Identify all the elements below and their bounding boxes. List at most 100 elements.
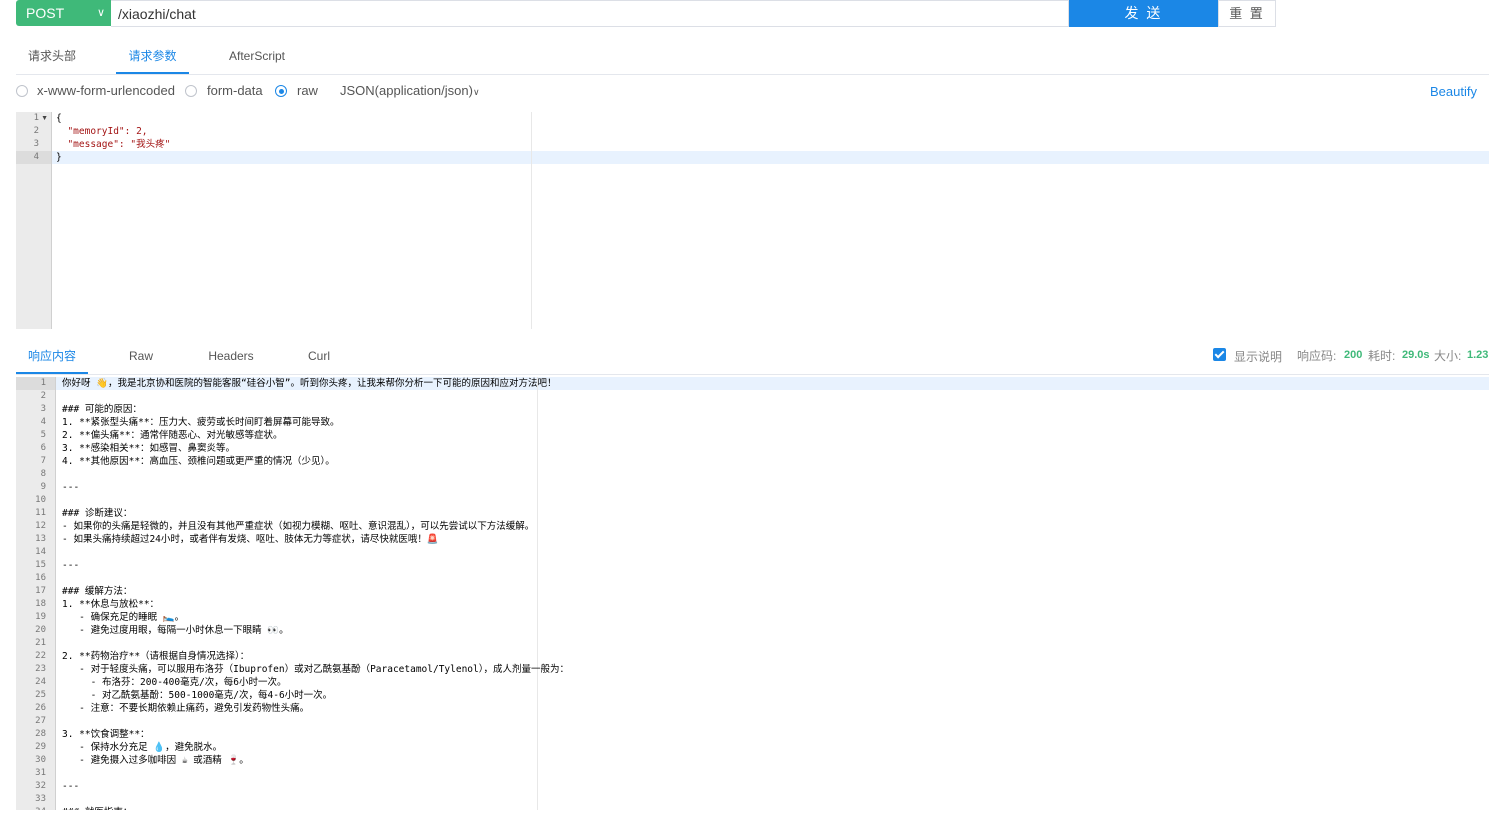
code-line: - 如果头痛持续超过24小时，或者伴有发烧、呕吐、肢体无力等症状，请尽快就医哦！…	[62, 534, 439, 545]
line-number: 1	[33, 113, 39, 123]
response-body-viewer[interactable]: 1 2 3 4 5 6 7 8 9 10 11 12 13 14 15 16 17 18 19 20 21 22 23 24 2…	[16, 377, 1489, 810]
radio-urlencoded-label[interactable]: x-www-form-urlencoded	[37, 83, 175, 99]
line-number: 22	[35, 651, 46, 661]
line-number: 14	[35, 547, 46, 557]
code-line: 3. **饮食调整**：	[62, 729, 150, 740]
request-tabs: 请求头部 请求参数 AfterScript	[16, 40, 1489, 75]
code-line: - 布洛芬：200-400毫克/次，每6小时一次。	[62, 677, 287, 688]
line-number: 32	[35, 781, 46, 791]
line-gutter: 1 ▼ 2 3 4	[16, 112, 52, 329]
line-number: 5	[40, 430, 46, 440]
response-size: 1.23	[1467, 349, 1489, 361]
tab-request-headers[interactable]: 请求头部	[16, 40, 88, 73]
line-number: 13	[35, 534, 46, 544]
line-number: 11	[35, 508, 46, 518]
code-line: ### 可能的原因：	[62, 404, 142, 415]
code-line: - 保持水分充足 💧，避免脱水。	[62, 742, 223, 753]
line-number: 20	[35, 625, 46, 635]
code-line: ---	[62, 560, 80, 571]
print-margin	[537, 377, 538, 810]
line-number: 31	[35, 768, 46, 778]
line-number: 23	[35, 664, 46, 674]
code-line: }	[56, 152, 62, 163]
tab-curl[interactable]: Curl	[296, 340, 342, 373]
code-line: - 避免过度用眼，每隔一小时休息一下眼睛 👀。	[62, 625, 289, 636]
show-desc-checkbox[interactable]	[1213, 348, 1226, 361]
line-number: 15	[35, 560, 46, 570]
line-number: 17	[35, 586, 46, 596]
content-type-value: JSON(application/json)	[340, 83, 473, 98]
line-number: 26	[35, 703, 46, 713]
code-line: - 确保充足的睡眠 🛌。	[62, 612, 185, 623]
method-select[interactable]: POST ∨	[16, 0, 111, 26]
code-line: 3. **感染相关**：如感冒、鼻窦炎等。	[62, 443, 236, 454]
code-line: - 对乙酰氨基酚：500-1000毫克/次，每4-6小时一次。	[62, 690, 333, 701]
code-line: 1. **紧张型头痛**：压力大、疲劳或长时间盯着屏幕可能导致。	[62, 417, 340, 428]
code-line: 你好呀 👋，我是北京协和医院的智能客服“硅谷小智”。听到你头疼，让我来帮你分析一…	[62, 378, 557, 389]
line-number: 4	[40, 417, 46, 427]
line-number: 4	[33, 152, 39, 162]
content-type-select[interactable]: JSON(application/json)∨	[340, 83, 480, 100]
code-line: - 对于轻度头痛，可以服用布洛芬（Ibuprofen）或对乙酰氨基酚（Parac…	[62, 664, 569, 675]
fold-arrow-icon[interactable]: ▼	[41, 112, 48, 125]
line-gutter: 1 2 3 4 5 6 7 8 9 10 11 12 13 14 15 16 17 18 19 20 21 22 23 24 2…	[16, 377, 56, 810]
line-number: 3	[33, 139, 39, 149]
line-number: 34	[35, 806, 46, 810]
radio-form-data-label[interactable]: form-data	[207, 83, 263, 99]
line-number: 18	[35, 599, 46, 609]
line-number: 29	[35, 742, 46, 752]
status-code: 200	[1344, 349, 1363, 361]
line-number: 27	[35, 716, 46, 726]
code-line: ---	[62, 482, 80, 493]
url-input[interactable]: /xiaozhi/chat	[111, 0, 1069, 27]
line-number: 6	[40, 443, 46, 453]
line-number: 24	[35, 677, 46, 687]
print-margin	[531, 112, 532, 329]
method-value: POST	[26, 5, 65, 21]
line-number: 2	[40, 391, 46, 401]
line-number: 8	[40, 469, 46, 479]
tab-headers[interactable]: Headers	[196, 340, 266, 373]
tab-raw[interactable]: Raw	[116, 340, 166, 373]
request-body-editor[interactable]: 1 ▼ 2 3 4 { "memoryId": 2, "message": "我…	[16, 112, 1489, 329]
radio-form-data[interactable]	[185, 85, 197, 97]
chevron-down-icon: ∨	[96, 7, 105, 19]
beautify-button[interactable]: Beautify	[1430, 84, 1477, 99]
chevron-down-icon: ∨	[472, 87, 480, 97]
code-line: 1. **休息与放松**：	[62, 599, 160, 610]
code-line: "message": "我头疼"	[56, 139, 171, 150]
code-line: 4. **其他原因**：高血压、颈椎问题或更严重的情况（少见）。	[62, 456, 335, 467]
size-label: 大小:	[1434, 349, 1462, 363]
tab-response-content[interactable]: 响应内容	[16, 340, 88, 374]
line-number: 16	[35, 573, 46, 583]
reset-button[interactable]: 重 置	[1218, 0, 1276, 27]
code-line: - 避免摄入过多咖啡因 ☕ 或酒精 🍷。	[62, 755, 249, 766]
tab-afterscript[interactable]: AfterScript	[221, 40, 293, 73]
status-label: 响应码:	[1297, 349, 1337, 363]
code-line: {	[56, 113, 62, 124]
line-number: 12	[35, 521, 46, 531]
line-number: 33	[35, 794, 46, 804]
radio-raw[interactable]	[275, 85, 287, 97]
send-button[interactable]: 发 送	[1069, 0, 1218, 27]
gutter-current-line	[16, 377, 55, 390]
code-line: 2. **偏头痛**：通常伴随恶心、对光敏感等症状。	[62, 430, 283, 441]
radio-raw-label[interactable]: raw	[297, 83, 318, 99]
current-line-highlight	[52, 151, 1489, 164]
line-number: 3	[40, 404, 46, 414]
line-number: 30	[35, 755, 46, 765]
radio-urlencoded[interactable]	[16, 85, 28, 97]
code-line: ### 诊断建议：	[62, 508, 133, 519]
code-line: ### 就医指南：	[62, 806, 132, 810]
code-line: ### 缓解方法：	[62, 586, 133, 597]
line-number: 1	[40, 378, 46, 388]
time-label: 耗时:	[1368, 349, 1396, 363]
code-line: ---	[62, 781, 80, 792]
code-line: 2. **药物治疗**（请根据自身情况选择）：	[62, 651, 250, 662]
tab-request-params[interactable]: 请求参数	[116, 40, 189, 74]
code-line: - 注意：不要长期依赖止痛药，避免引发药物性头痛。	[62, 703, 310, 714]
show-desc-label[interactable]: 显示说明	[1234, 348, 1282, 365]
code-line: "memoryId": 2,	[56, 126, 148, 137]
line-number: 7	[40, 456, 46, 466]
line-number: 28	[35, 729, 46, 739]
